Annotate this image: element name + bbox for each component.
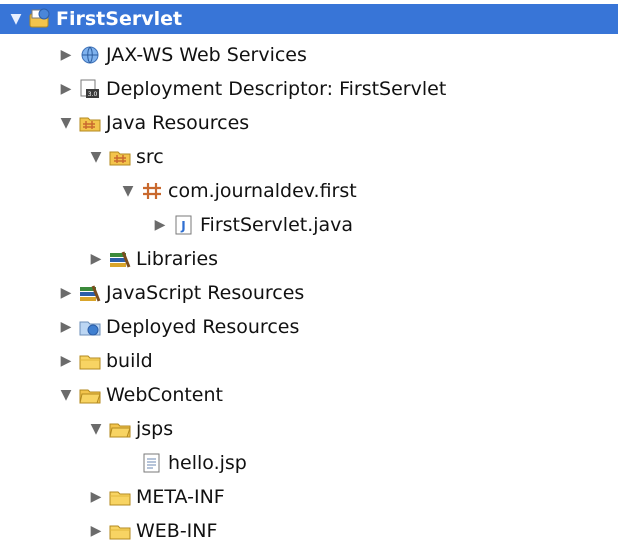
collapsed-arrow-icon[interactable]: ▶: [86, 521, 106, 541]
expanded-arrow-icon[interactable]: ▼: [6, 9, 26, 29]
collapsed-arrow-icon[interactable]: ▶: [56, 351, 76, 371]
tree-item-label: WEB-INF: [136, 519, 218, 542]
tree-item-deployed-resources[interactable]: ▶ Deployed Resources: [0, 310, 618, 344]
tree-item-label: FirstServlet: [56, 7, 183, 30]
tree-item-label: META-INF: [136, 485, 225, 508]
tree-item-label: Java Resources: [106, 111, 250, 134]
tree-item-meta-inf[interactable]: ▶ META-INF: [0, 480, 618, 514]
tree-item-label: hello.jsp: [168, 451, 247, 474]
tree-item-webcontent[interactable]: ▼ WebContent: [0, 378, 618, 412]
collapsed-arrow-icon[interactable]: ▶: [150, 215, 170, 235]
tree-item-deployment-descriptor[interactable]: ▶ 3.0 Deployment Descriptor: FirstServle…: [0, 72, 618, 106]
collapsed-arrow-icon[interactable]: ▶: [86, 487, 106, 507]
tree-item-package[interactable]: ▼ com.journaldev.first: [0, 174, 618, 208]
tree-item-label: JAX-WS Web Services: [106, 43, 307, 66]
jsp-file-icon: [138, 451, 166, 475]
source-folder-icon: [106, 145, 134, 169]
expanded-arrow-icon[interactable]: ▼: [56, 113, 76, 133]
svg-text:3.0: 3.0: [88, 91, 98, 98]
folder-icon: [106, 519, 134, 543]
tree-item-label: Deployment Descriptor: FirstServlet: [106, 77, 447, 100]
collapsed-arrow-icon[interactable]: ▶: [56, 283, 76, 303]
deployed-resources-icon: [76, 315, 104, 339]
java-file-icon: J: [170, 213, 198, 237]
expanded-arrow-icon[interactable]: ▼: [86, 147, 106, 167]
tree-item-jax-ws[interactable]: ▶ JAX-WS Web Services: [0, 38, 618, 72]
tree-item-label: JavaScript Resources: [106, 281, 305, 304]
libraries-icon: [76, 281, 104, 305]
expanded-arrow-icon[interactable]: ▼: [86, 419, 106, 439]
tree-item-src[interactable]: ▼ src: [0, 140, 618, 174]
tree-item-hello-jsp[interactable]: ▶ hello.jsp: [0, 446, 618, 480]
tree-item-jsps[interactable]: ▼ jsps: [0, 412, 618, 446]
tree-item-web-inf[interactable]: ▶ WEB-INF: [0, 514, 618, 546]
tree-item-label: FirstServlet.java: [200, 213, 354, 236]
folder-icon: [106, 485, 134, 509]
collapsed-arrow-icon[interactable]: ▶: [86, 249, 106, 269]
tree-item-firstservlet[interactable]: ▼ FirstServlet: [0, 4, 618, 34]
java-resources-icon: [76, 111, 104, 135]
tree-item-label: Deployed Resources: [106, 315, 300, 338]
collapsed-arrow-icon[interactable]: ▶: [56, 45, 76, 65]
project-explorer-tree: ▼ FirstServlet ▶ JAX-WS Web Services ▶ 3…: [0, 0, 618, 546]
folder-icon: [76, 349, 104, 373]
tree-item-java-resources[interactable]: ▼ Java Resources: [0, 106, 618, 140]
tree-item-label: com.journaldev.first: [168, 179, 357, 202]
tree-item-build[interactable]: ▶ build: [0, 344, 618, 378]
tree-item-firstservlet-java[interactable]: ▶ J FirstServlet.java: [0, 208, 618, 242]
deployment-descriptor-icon: 3.0: [76, 77, 104, 101]
expanded-arrow-icon[interactable]: ▼: [118, 181, 138, 201]
tree-item-javascript-resources[interactable]: ▶ JavaScript Resources: [0, 276, 618, 310]
tree-item-label: Libraries: [136, 247, 219, 270]
svg-text:J: J: [180, 219, 185, 233]
tree-item-label: src: [136, 145, 164, 168]
tree-item-label: WebContent: [106, 383, 223, 406]
expanded-arrow-icon[interactable]: ▼: [56, 385, 76, 405]
package-icon: [138, 179, 166, 203]
collapsed-arrow-icon[interactable]: ▶: [56, 317, 76, 337]
tree-item-libraries[interactable]: ▶ Libraries: [0, 242, 618, 276]
folder-open-icon: [76, 383, 104, 407]
libraries-icon: [106, 247, 134, 271]
collapsed-arrow-icon[interactable]: ▶: [56, 79, 76, 99]
tree-item-label: jsps: [136, 417, 174, 440]
web-services-icon: [76, 43, 104, 67]
folder-open-icon: [106, 417, 134, 441]
tree-item-label: build: [106, 349, 153, 372]
web-project-icon: [26, 7, 54, 31]
